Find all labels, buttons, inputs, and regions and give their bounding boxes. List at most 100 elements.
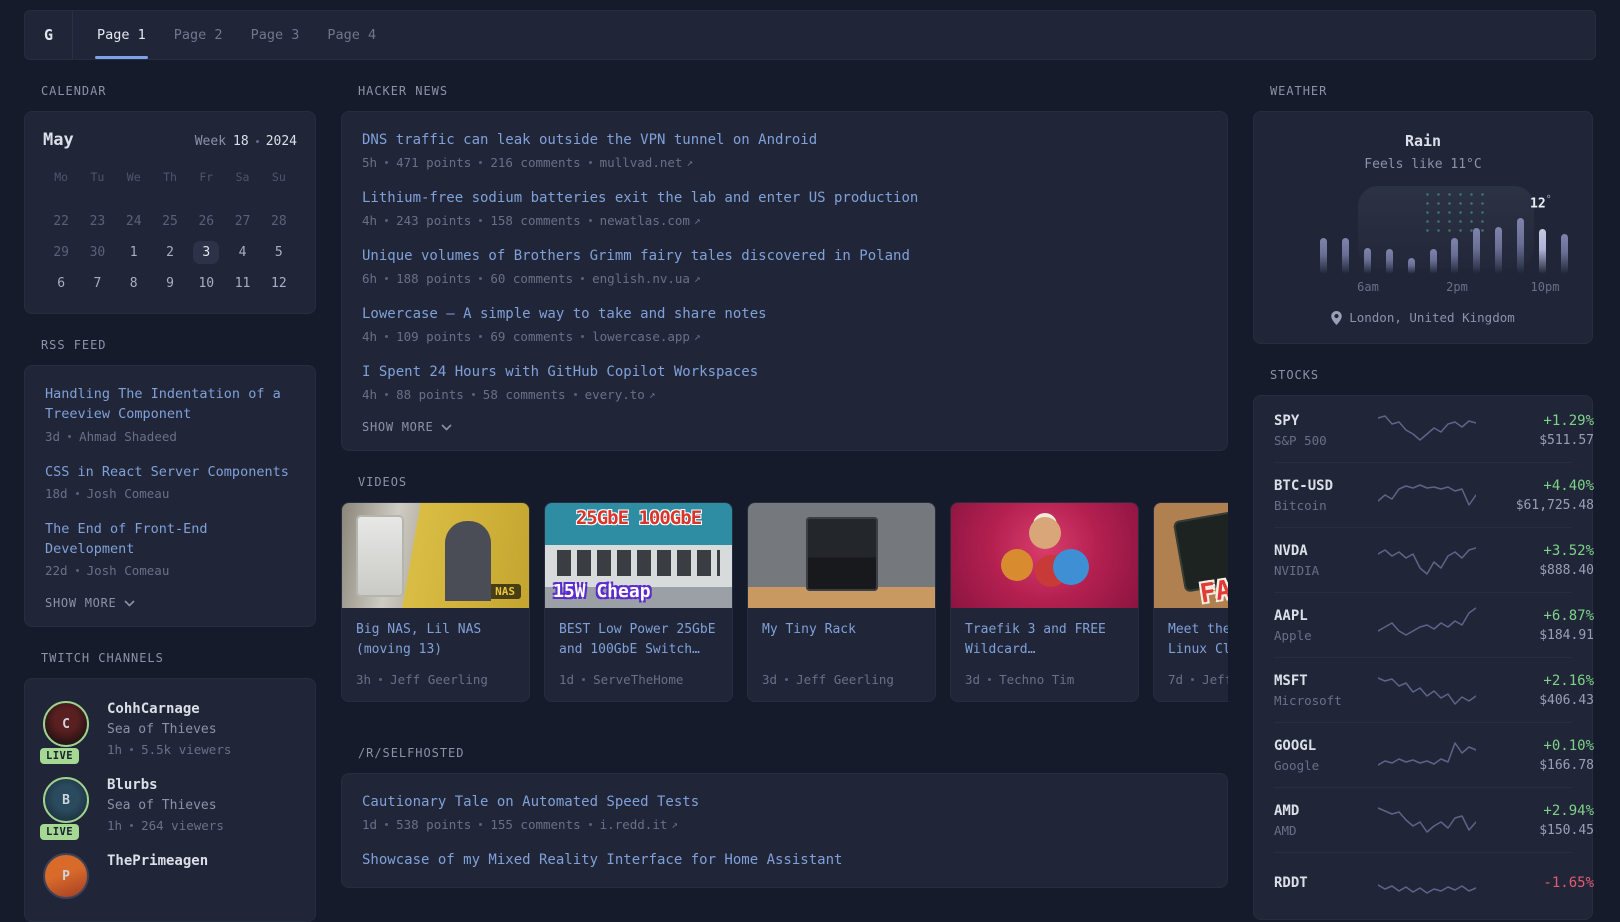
separator-dot bbox=[589, 823, 592, 826]
external-link-icon bbox=[671, 818, 678, 831]
twitch-widget: C LIVE CohhCarnage Sea of Thieves 1h 5.5… bbox=[24, 678, 316, 922]
stock-row[interactable]: AAPL Apple +6.87% $184.91 bbox=[1274, 592, 1572, 657]
separator-dot bbox=[589, 161, 592, 164]
external-link-icon bbox=[694, 330, 701, 343]
stock-sparkline bbox=[1378, 605, 1476, 645]
page-tab[interactable]: Page 3 bbox=[249, 11, 302, 59]
reddit-comments[interactable]: 155 comments bbox=[490, 817, 580, 832]
rss-item-meta: 18d Josh Comeau bbox=[45, 486, 295, 501]
calendar-day: 25 bbox=[152, 206, 188, 237]
hn-comments[interactable]: 216 comments bbox=[490, 155, 580, 170]
separator-dot bbox=[385, 335, 388, 338]
twitch-game: Sea of Thieves bbox=[107, 798, 224, 813]
hn-domain-link[interactable]: mullvad.net bbox=[600, 155, 683, 170]
twitch-channel-info: ThePrimeagen bbox=[107, 853, 208, 899]
videos-row[interactable]: LIL NAS Big NAS, Lil NAS (moving 13) 3h … bbox=[341, 502, 1228, 702]
twitch-channel-info: Blurbs Sea of Thieves 1h 264 viewers bbox=[107, 777, 224, 833]
hn-domain-link[interactable]: every.to bbox=[585, 387, 645, 402]
weekday-label: Su bbox=[261, 164, 297, 192]
rss-item-link[interactable]: Handling The Indentation of a Treeview C… bbox=[45, 384, 295, 425]
video-thumbnail[interactable]: FAS bbox=[1154, 503, 1228, 608]
video-thumbnail[interactable]: 25GbE 100GbE 15W Cheap bbox=[545, 503, 732, 608]
hn-comments[interactable]: 58 comments bbox=[483, 387, 566, 402]
video-title-link[interactable]: My Tiny Rack bbox=[762, 620, 921, 661]
time-axis: 6am 2pm 10pm bbox=[1274, 280, 1572, 296]
stock-values: -1.65% bbox=[1476, 875, 1594, 895]
rss-item-link[interactable]: The End of Front-End Development bbox=[45, 519, 295, 560]
separator-dot bbox=[581, 277, 584, 280]
page-tab[interactable]: Page 4 bbox=[325, 11, 378, 59]
temperature-bar bbox=[1539, 229, 1546, 274]
hn-comments[interactable]: 60 comments bbox=[490, 271, 573, 286]
calendar-widget: May Week 18 2024 Mo Tu We bbox=[24, 111, 316, 314]
live-badge: LIVE bbox=[40, 824, 79, 840]
reddit-item: Cautionary Tale on Automated Speed Tests… bbox=[362, 792, 1207, 832]
calendar-week-label: Week bbox=[195, 134, 226, 149]
hn-age: 4h bbox=[362, 387, 377, 402]
stock-row[interactable]: SPY S&P 500 +1.29% $511.57 bbox=[1274, 398, 1572, 462]
hn-story-meta: 4h 243 points 158 comments newatlas.com bbox=[362, 213, 1207, 228]
hn-comments[interactable]: 69 comments bbox=[490, 329, 573, 344]
hn-show-more-button[interactable]: SHOW MORE bbox=[362, 420, 1207, 434]
video-channel[interactable]: ServeTheHome bbox=[593, 672, 683, 687]
hn-story-meta: 4h 109 points 69 comments lowercase.app bbox=[362, 329, 1207, 344]
twitch-channel-row[interactable]: C LIVE CohhCarnage Sea of Thieves 1h 5.5… bbox=[43, 691, 297, 767]
video-thumbnail[interactable]: LIL NAS bbox=[342, 503, 529, 608]
stock-sparkline bbox=[1378, 735, 1476, 775]
temperature-bar bbox=[1495, 227, 1502, 274]
calendar-day: 2 bbox=[152, 237, 188, 268]
rss-show-more-button[interactable]: SHOW MORE bbox=[45, 596, 295, 610]
calendar-day: 11 bbox=[224, 268, 260, 299]
stock-row[interactable]: AMD AMD +2.94% $150.45 bbox=[1274, 787, 1572, 852]
page-tab[interactable]: Page 1 bbox=[95, 11, 148, 59]
video-thumbnail[interactable] bbox=[748, 503, 935, 608]
video-channel[interactable]: Jeff Geerling bbox=[796, 672, 894, 687]
weekday-label: Mo bbox=[43, 164, 79, 192]
video-title-link[interactable]: Traefik 3 and FREE Wildcard… bbox=[965, 620, 1124, 661]
hn-story-link[interactable]: I Spent 24 Hours with GitHub Copilot Wor… bbox=[362, 362, 1207, 383]
hn-story-link[interactable]: Lithium-free sodium batteries exit the l… bbox=[362, 188, 1207, 209]
hn-story-meta: 4h 88 points 58 comments every.to bbox=[362, 387, 1207, 402]
app-logo[interactable]: G bbox=[25, 11, 73, 59]
stock-change: +0.10% bbox=[1476, 738, 1594, 754]
video-channel[interactable]: Jeff bbox=[1202, 672, 1228, 687]
separator-dot bbox=[582, 678, 585, 681]
reddit-post-link[interactable]: Cautionary Tale on Automated Speed Tests bbox=[362, 792, 1207, 813]
stock-row[interactable]: NVDA NVIDIA +3.52% $888.40 bbox=[1274, 527, 1572, 592]
calendar-day: 27 bbox=[224, 206, 260, 237]
video-title-link[interactable]: Big NAS, Lil NAS (moving 13) bbox=[356, 620, 515, 661]
calendar-day: 29 bbox=[43, 237, 79, 268]
hn-domain-link[interactable]: english.nv.ua bbox=[592, 271, 690, 286]
stock-row[interactable]: RDDT -1.65% bbox=[1274, 852, 1572, 917]
hn-comments[interactable]: 158 comments bbox=[490, 213, 580, 228]
hn-story-link[interactable]: Unique volumes of Brothers Grimm fairy t… bbox=[362, 246, 1207, 267]
weather-widget: Rain Feels like 11°C bbox=[1253, 111, 1593, 344]
reddit-list: Cautionary Tale on Automated Speed Tests… bbox=[362, 792, 1207, 871]
video-channel[interactable]: Techno Tim bbox=[999, 672, 1074, 687]
external-link-icon bbox=[694, 272, 701, 285]
hn-story-link[interactable]: Lowercase – A simple way to take and sha… bbox=[362, 304, 1207, 325]
stock-symbol: SPY bbox=[1274, 413, 1378, 429]
external-link-icon bbox=[649, 388, 656, 401]
hn-domain-link[interactable]: newatlas.com bbox=[600, 213, 690, 228]
page-tab[interactable]: Page 2 bbox=[172, 11, 225, 59]
hn-domain-link[interactable]: lowercase.app bbox=[592, 329, 690, 344]
video-title-link[interactable]: Meet the Linux Clu bbox=[1168, 620, 1228, 661]
twitch-channel-row[interactable]: B LIVE Blurbs Sea of Thieves 1h 264 view… bbox=[43, 767, 297, 843]
stock-symbol: AAPL bbox=[1274, 608, 1378, 624]
stock-row[interactable]: MSFT Microsoft +2.16% $406.43 bbox=[1274, 657, 1572, 722]
reddit-post-link[interactable]: Showcase of my Mixed Reality Interface f… bbox=[362, 850, 1207, 871]
video-title-link[interactable]: BEST Low Power 25GbE and 100GbE Switch… bbox=[559, 620, 718, 661]
stock-row[interactable]: GOOGL Google +0.10% $166.78 bbox=[1274, 722, 1572, 787]
video-thumbnail[interactable] bbox=[951, 503, 1138, 608]
stock-id: NVDA NVIDIA bbox=[1274, 543, 1378, 578]
hn-story-link[interactable]: DNS traffic can leak outside the VPN tun… bbox=[362, 130, 1207, 151]
rss-item: Handling The Indentation of a Treeview C… bbox=[45, 384, 295, 444]
reddit-domain-link[interactable]: i.redd.it bbox=[600, 817, 668, 832]
stock-row[interactable]: BTC-USD Bitcoin +4.40% $61,725.48 bbox=[1274, 462, 1572, 527]
stock-price: $888.40 bbox=[1476, 563, 1594, 578]
rss-item-link[interactable]: CSS in React Server Components bbox=[45, 462, 295, 482]
video-channel[interactable]: Jeff Geerling bbox=[390, 672, 488, 687]
stock-price: $184.91 bbox=[1476, 628, 1594, 643]
twitch-channel-row[interactable]: P ThePrimeagen bbox=[43, 843, 297, 909]
